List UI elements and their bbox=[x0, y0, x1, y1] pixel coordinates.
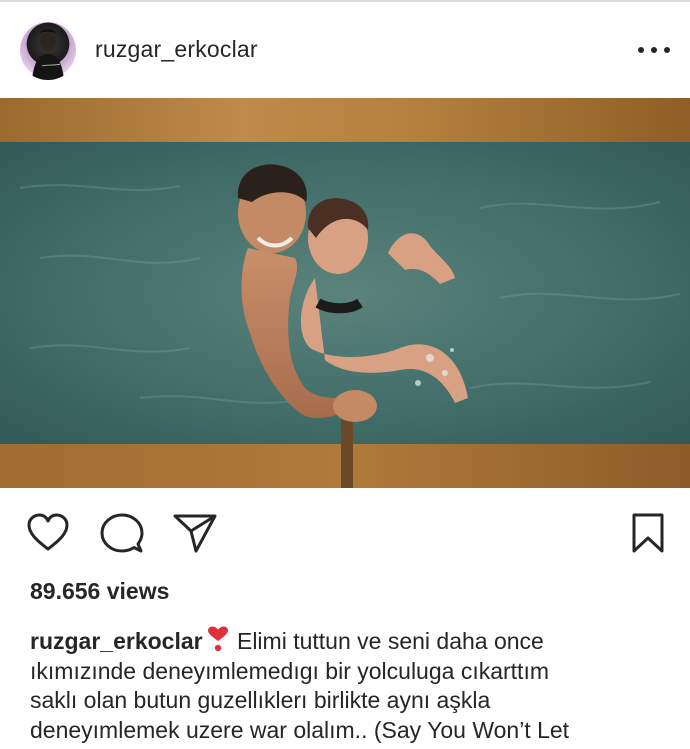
caption-username[interactable]: ruzgar_erkoclar bbox=[30, 628, 203, 654]
speech-bubble-icon[interactable] bbox=[100, 512, 144, 559]
heavy-heart-exclamation-icon bbox=[207, 626, 229, 652]
post-header: ruzgar_erkoclar bbox=[0, 2, 690, 98]
post-actions-bar bbox=[0, 488, 690, 578]
post-username[interactable]: ruzgar_erkoclar bbox=[95, 36, 258, 63]
heart-outline-icon[interactable] bbox=[26, 512, 70, 557]
caption-line-1: ruzgar_erkoclar Elimi tuttun ve seni dah… bbox=[30, 626, 670, 657]
views-count[interactable]: 89.656 views bbox=[30, 578, 169, 605]
more-horizontal-icon bbox=[638, 47, 644, 53]
post-media[interactable] bbox=[0, 98, 690, 488]
avatar[interactable] bbox=[18, 20, 78, 80]
caption-line-4: deneyımlemek uzere war olalım.. (Say You… bbox=[30, 716, 570, 743]
caption-text-1: Elimi tuttun ve seni daha once bbox=[230, 628, 544, 654]
bookmark-icon[interactable] bbox=[630, 512, 666, 559]
caption-line-2: ıkımızınde deneyımlemedıgı bir yolculuga… bbox=[30, 657, 549, 684]
more-horizontal-icon-dot bbox=[651, 47, 657, 53]
post-caption: ruzgar_erkoclar Elimi tuttun ve seni dah… bbox=[30, 626, 670, 745]
post-photo bbox=[0, 98, 690, 488]
more-horizontal-icon-dot bbox=[664, 47, 670, 53]
paper-plane-icon[interactable] bbox=[172, 512, 218, 559]
caption-line-3: saklı olan butun guzellıklerı birlikte a… bbox=[30, 687, 491, 713]
more-options-button[interactable] bbox=[638, 38, 670, 62]
